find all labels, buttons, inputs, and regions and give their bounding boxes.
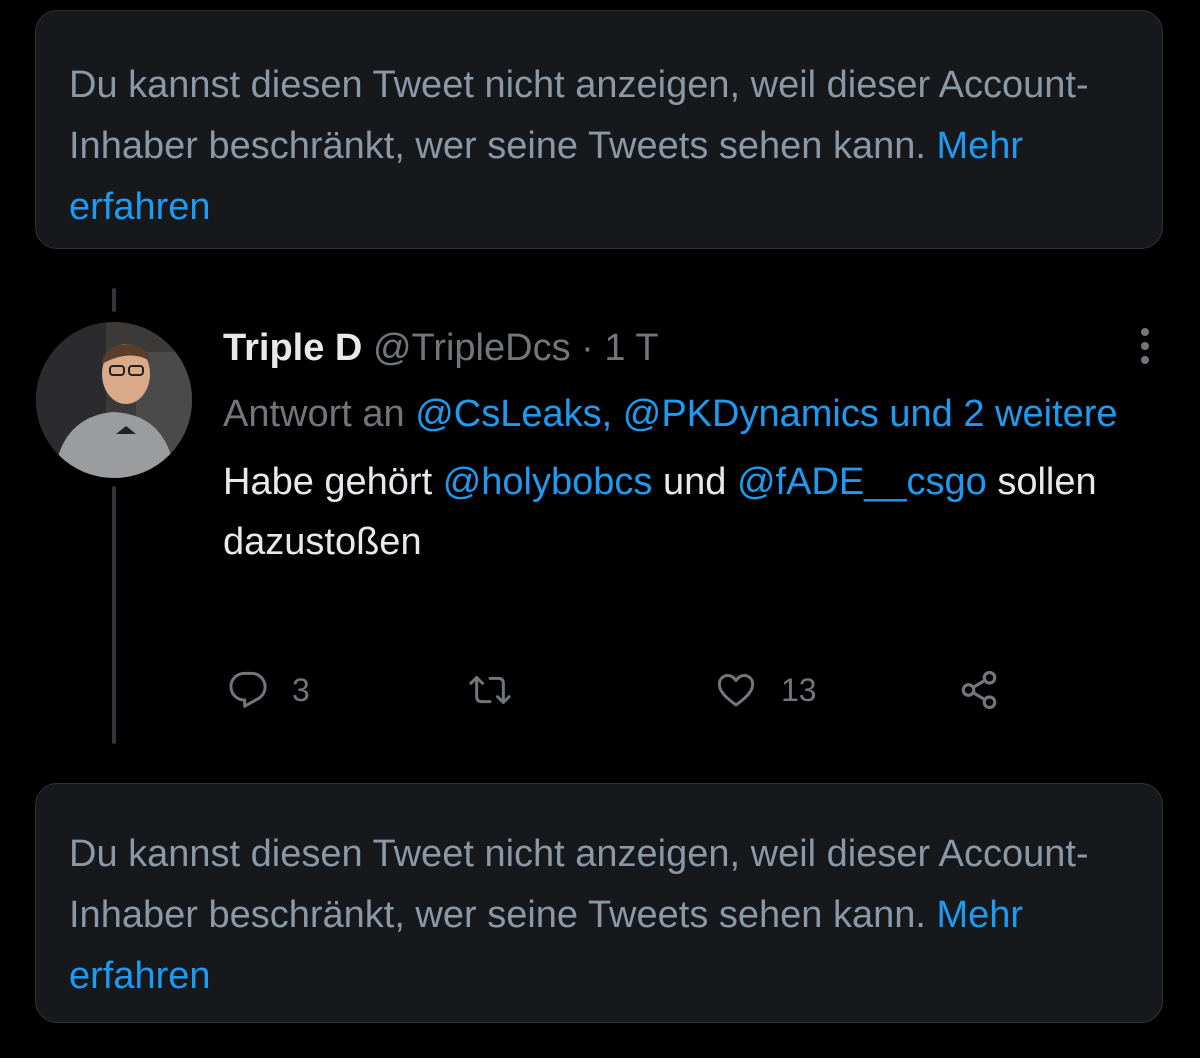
retweet-icon [469, 676, 511, 704]
share-icon [961, 670, 997, 710]
mention-holybobcs[interactable]: @holybobcs [443, 461, 653, 503]
reply-mention-cs-leaks[interactable]: @CsLeaks, [415, 393, 612, 435]
more-vertical-icon [1141, 328, 1149, 364]
heart-icon [717, 674, 755, 707]
mention-fade-csgo[interactable]: @fADE__csgo [737, 461, 987, 503]
tweet-header: Triple D @TripleDcs · 1 T [223, 318, 1153, 378]
user-handle[interactable]: @TripleDcs [373, 327, 571, 369]
tweet-text-part: und [662, 461, 727, 503]
reply-prefix: Antwort an [223, 393, 405, 435]
thread-connector-top [112, 288, 116, 312]
tweet[interactable]: Triple D @TripleDcs · 1 T Antwort an @Cs… [223, 318, 1153, 572]
reply-context: Antwort an @CsLeaks, @PKDynamics und 2 w… [223, 382, 1153, 446]
reply-count: 3 [292, 671, 310, 708]
reply-mention-pkdynamics[interactable]: @PKDynamics [623, 393, 879, 435]
tweet-actions: 3 13 [228, 665, 1028, 715]
avatar[interactable] [36, 322, 192, 478]
avatar-photo-icon [36, 322, 192, 478]
reply-more-link[interactable]: und 2 weitere [889, 393, 1117, 435]
thread-connector-bottom [112, 486, 116, 744]
timestamp[interactable]: 1 T [604, 327, 658, 369]
like-count: 13 [781, 671, 817, 708]
reply-icon [229, 671, 267, 708]
tweet-text-part: Habe gehört [223, 461, 433, 503]
share-button[interactable] [958, 665, 1000, 715]
like-button[interactable]: 13 [715, 665, 817, 715]
reply-button[interactable]: 3 [228, 665, 310, 715]
display-name[interactable]: Triple D [223, 327, 362, 369]
restricted-tweet-notice-bottom: Du kannst diesen Tweet nicht anzeigen, w… [35, 783, 1163, 1023]
retweet-button[interactable] [468, 665, 536, 715]
restricted-tweet-notice-top: Du kannst diesen Tweet nicht anzeigen, w… [35, 10, 1163, 249]
tweet-text: Habe gehört @holybobcs und @fADE__csgo s… [223, 452, 1153, 572]
more-options-button[interactable] [1133, 324, 1157, 368]
separator: · [581, 327, 594, 369]
